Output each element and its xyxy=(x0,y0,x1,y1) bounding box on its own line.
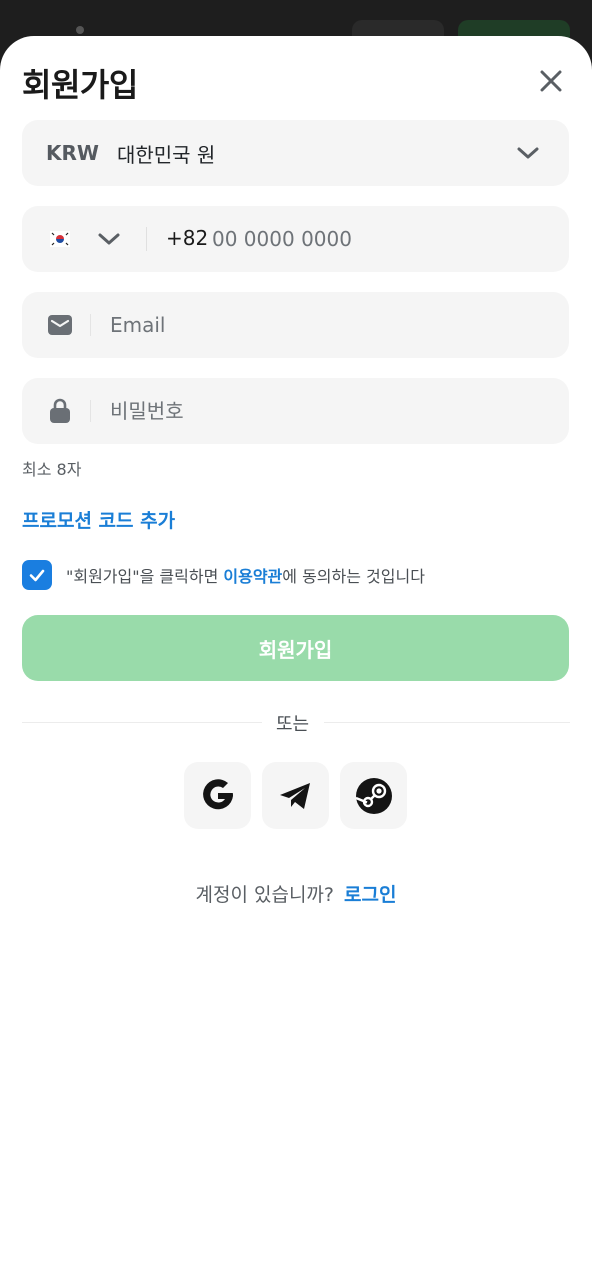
login-question: 계정이 있습니까? xyxy=(195,884,335,906)
phone-input[interactable] xyxy=(212,222,532,256)
field-separator xyxy=(146,227,147,251)
phone-prefix: +82 xyxy=(166,226,209,250)
divider-line xyxy=(22,722,262,723)
or-divider: 또는 xyxy=(22,710,570,735)
signup-button[interactable]: 회원가입 xyxy=(22,615,569,681)
steam-login-button[interactable] xyxy=(340,762,407,829)
steam-icon xyxy=(355,777,392,814)
login-link[interactable]: 로그인 xyxy=(344,884,396,906)
email-icon xyxy=(46,312,74,338)
page-title: 회원가입 xyxy=(22,66,138,104)
password-field xyxy=(22,378,569,444)
password-input[interactable] xyxy=(110,394,540,428)
telegram-icon xyxy=(279,782,310,809)
divider-line xyxy=(324,722,570,723)
currency-select[interactable]: KRW 대한민국 원 xyxy=(22,120,569,186)
close-icon xyxy=(540,70,562,92)
google-icon xyxy=(202,778,233,809)
divider-label: 또는 xyxy=(276,714,310,735)
phone-field: +82 xyxy=(22,206,569,272)
promo-code-link[interactable]: 프로모션 코드 추가 xyxy=(22,506,175,533)
google-login-button[interactable] xyxy=(184,762,251,829)
close-button[interactable] xyxy=(534,64,568,98)
currency-code: KRW xyxy=(46,141,99,165)
south-korea-flag-icon[interactable] xyxy=(50,229,70,249)
password-hint: 최소 8자 xyxy=(22,460,82,479)
currency-name: 대한민국 원 xyxy=(116,142,216,167)
field-separator xyxy=(90,314,91,336)
terms-checkbox[interactable] xyxy=(22,560,52,590)
terms-prefix: "회원가입"을 클릭하면 xyxy=(66,567,224,586)
lock-icon xyxy=(46,398,74,424)
background-dot xyxy=(76,26,84,34)
chevron-down-icon xyxy=(517,147,539,159)
email-field xyxy=(22,292,569,358)
chevron-down-icon[interactable] xyxy=(96,226,122,252)
terms-text: "회원가입"을 클릭하면 이용약관에 동의하는 것입니다 xyxy=(66,563,425,587)
email-input[interactable] xyxy=(110,308,540,342)
signup-sheet: 회원가입 KRW 대한민국 원 +82 00 0000 0000 Email 최… xyxy=(0,36,592,1280)
login-prompt: 계정이 있습니까? 로그인 xyxy=(0,880,592,907)
terms-suffix: 에 동의하는 것입니다 xyxy=(282,567,425,586)
telegram-login-button[interactable] xyxy=(262,762,329,829)
terms-link[interactable]: 이용약관 xyxy=(223,567,282,586)
terms-agreement: "회원가입"을 클릭하면 이용약관에 동의하는 것입니다 xyxy=(22,560,425,590)
field-separator xyxy=(90,400,91,422)
check-icon xyxy=(29,569,45,582)
